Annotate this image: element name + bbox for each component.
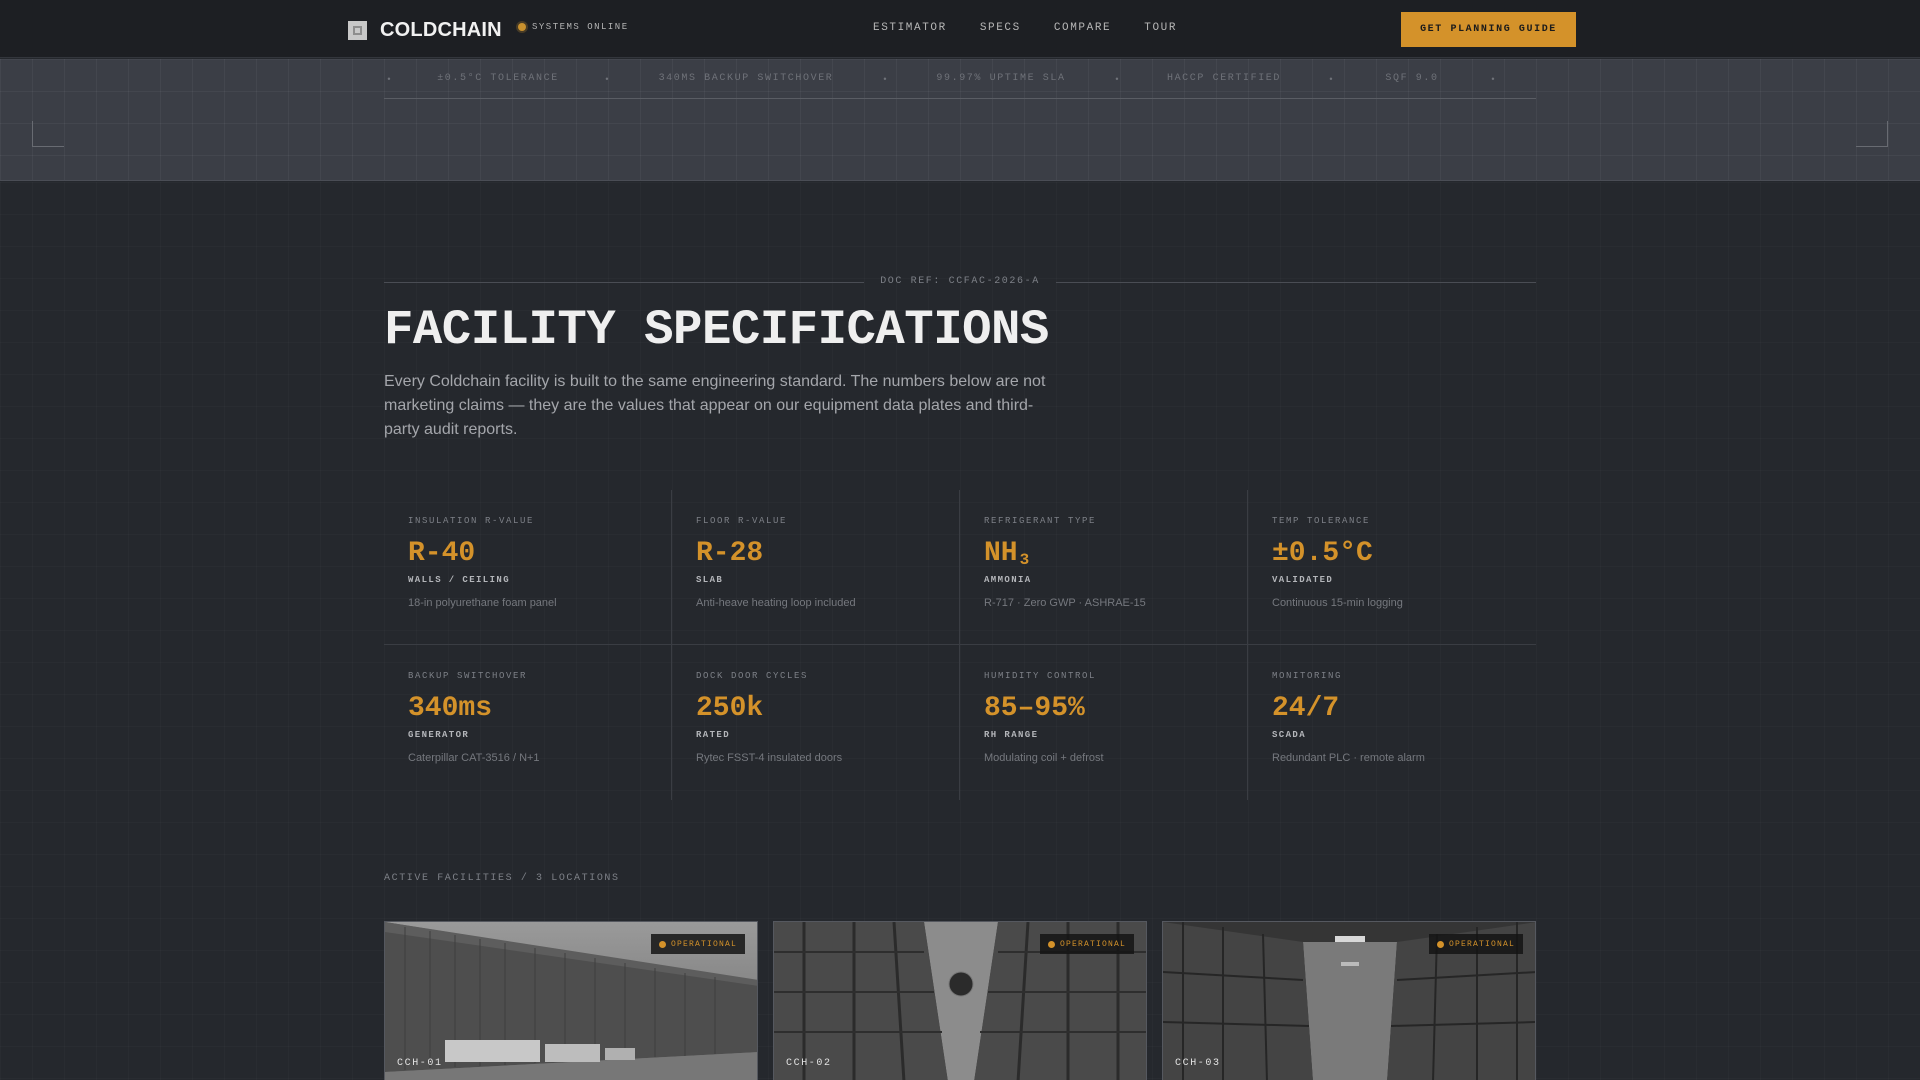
spec-grid: INSULATION R-VALUE R-40 WALLS / CEILING … bbox=[384, 490, 1536, 800]
facility-cards: OPERATIONAL CCH-01 OPERATIONAL CCH-02 OP… bbox=[384, 921, 1536, 1080]
spec-label: FLOOR R-VALUE bbox=[696, 516, 788, 526]
spec-value: 340ms bbox=[408, 693, 493, 724]
facility-card-cch-01[interactable]: OPERATIONAL CCH-01 bbox=[384, 921, 758, 1080]
status-badge-label: OPERATIONAL bbox=[1059, 939, 1126, 949]
nav-link-specs[interactable]: SPECS bbox=[980, 22, 1021, 34]
status-text: SYSTEMS ONLINE bbox=[532, 22, 629, 32]
hero-band: • ±0.5°C TOLERANCE • 340MS BACKUP SWITCH… bbox=[0, 59, 1920, 181]
brand-name: COLDCHAIN bbox=[380, 18, 502, 41]
status-badge: OPERATIONAL bbox=[1428, 934, 1523, 954]
spec-note: Modulating coil + defrost bbox=[984, 752, 1104, 764]
nav-link-compare[interactable]: COMPARE bbox=[1054, 22, 1111, 34]
page-title: FACILITY SPECIFICATIONS bbox=[384, 302, 1049, 358]
spec-label: MONITORING bbox=[1272, 671, 1343, 681]
spec-card-floor: FLOOR R-VALUE R-28 SLAB Anti-heave heati… bbox=[672, 490, 960, 645]
spec-value: 24/7 bbox=[1272, 693, 1340, 724]
nav-links: ESTIMATOR SPECS COMPARE TOUR bbox=[873, 22, 1210, 34]
ticker-separator: • bbox=[1329, 73, 1333, 84]
nav-link-tour[interactable]: TOUR bbox=[1144, 22, 1177, 34]
spec-card-temp: TEMP TOLERANCE ±0.5°C VALIDATED Continuo… bbox=[1248, 490, 1536, 645]
spec-unit: SLAB bbox=[696, 575, 724, 585]
facility-id: CCH-03 bbox=[1175, 1058, 1221, 1069]
spec-note: Redundant PLC · remote alarm bbox=[1272, 752, 1425, 764]
spec-note: R-717 · Zero GWP · ASHRAE-15 bbox=[984, 597, 1146, 609]
brand[interactable]: COLDCHAIN bbox=[348, 19, 502, 41]
facility-card-cch-02[interactable]: OPERATIONAL CCH-02 bbox=[773, 921, 1147, 1080]
spec-unit: RATED bbox=[696, 730, 731, 740]
spec-value: 85–95% bbox=[984, 693, 1085, 724]
get-planning-guide-button[interactable]: GET PLANNING GUIDE bbox=[1401, 12, 1576, 47]
spec-value: 250k bbox=[696, 693, 764, 724]
system-status: SYSTEMS ONLINE bbox=[518, 22, 629, 32]
spec-unit: WALLS / CEILING bbox=[408, 575, 511, 585]
spec-label: REFRIGERANT TYPE bbox=[984, 516, 1097, 526]
ticker-separator: • bbox=[883, 73, 887, 84]
corner-bracket-left bbox=[32, 121, 64, 147]
spec-value-subscript: 3 bbox=[1019, 551, 1030, 569]
spec-value: ±0.5°C bbox=[1272, 538, 1373, 569]
spec-unit: GENERATOR bbox=[408, 730, 470, 740]
spec-card-insulation: INSULATION R-VALUE R-40 WALLS / CEILING … bbox=[384, 490, 672, 645]
spec-note: Caterpillar CAT-3516 / N+1 bbox=[408, 752, 540, 764]
status-badge: OPERATIONAL bbox=[1039, 934, 1134, 954]
status-badge-label: OPERATIONAL bbox=[670, 939, 737, 949]
spec-note: Continuous 15-min logging bbox=[1272, 597, 1403, 609]
ticker-item: 340MS BACKUP SWITCHOVER bbox=[658, 73, 834, 84]
spec-card-humidity: HUMIDITY CONTROL 85–95% RH RANGE Modulat… bbox=[960, 645, 1248, 800]
facility-id: CCH-02 bbox=[786, 1058, 832, 1069]
brand-logo-icon bbox=[348, 20, 367, 40]
spec-label: BACKUP SWITCHOVER bbox=[408, 671, 528, 681]
status-badge-label: OPERATIONAL bbox=[1448, 939, 1515, 949]
spec-value-main: NH bbox=[984, 538, 1018, 569]
spec-label: TEMP TOLERANCE bbox=[1272, 516, 1371, 526]
ticker-item: ±0.5°C TOLERANCE bbox=[437, 73, 559, 84]
status-dot-icon bbox=[658, 940, 666, 948]
status-dot-icon bbox=[1436, 940, 1444, 948]
spec-ticker: • ±0.5°C TOLERANCE • 340MS BACKUP SWITCH… bbox=[384, 59, 1536, 99]
spec-label: HUMIDITY CONTROL bbox=[984, 671, 1097, 681]
intro-paragraph: Every Coldchain facility is built to the… bbox=[384, 373, 1046, 438]
facility-card-cch-03[interactable]: OPERATIONAL CCH-03 bbox=[1162, 921, 1536, 1080]
spec-note: Rytec FSST-4 insulated doors bbox=[696, 752, 843, 764]
spec-value: R-28 bbox=[696, 538, 764, 569]
nav-link-estimator[interactable]: ESTIMATOR bbox=[873, 22, 947, 34]
spec-note: 18-in polyurethane foam panel bbox=[408, 597, 557, 609]
facility-id: CCH-01 bbox=[397, 1058, 443, 1069]
spec-value: R-40 bbox=[408, 538, 476, 569]
spec-card-monitoring: MONITORING 24/7 SCADA Redundant PLC · re… bbox=[1248, 645, 1536, 800]
top-nav: COLDCHAIN SYSTEMS ONLINE ESTIMATOR SPECS… bbox=[0, 0, 1920, 58]
ticker-separator: • bbox=[1115, 73, 1119, 84]
spec-card-refrigerant: REFRIGERANT TYPE NH 3 AMMONIA R-717 · Zer… bbox=[960, 490, 1248, 645]
ticker-separator: • bbox=[387, 73, 391, 84]
ticker-separator: • bbox=[605, 73, 609, 84]
spec-label: DOCK DOOR CYCLES bbox=[696, 671, 809, 681]
spec-unit: VALIDATED bbox=[1272, 575, 1334, 585]
spec-unit: RH RANGE bbox=[984, 730, 1039, 740]
spec-unit: SCADA bbox=[1272, 730, 1307, 740]
spec-card-dock-door: DOCK DOOR CYCLES 250k RATED Rytec FSST-4… bbox=[672, 645, 960, 800]
spec-note: Anti-heave heating loop included bbox=[696, 597, 856, 609]
spec-unit: AMMONIA bbox=[984, 575, 1032, 585]
spec-card-backup: BACKUP SWITCHOVER 340ms GENERATOR Caterp… bbox=[384, 645, 672, 800]
ticker-separator: • bbox=[1491, 73, 1495, 84]
status-dot-icon bbox=[1047, 940, 1055, 948]
status-badge: OPERATIONAL bbox=[650, 934, 745, 954]
spec-label: INSULATION R-VALUE bbox=[408, 516, 535, 526]
facilities-label: ACTIVE FACILITIES / 3 LOCATIONS bbox=[384, 873, 620, 884]
doc-ref: DOC REF: CCFAC-2026-A bbox=[880, 276, 1040, 287]
corner-bracket-right bbox=[1856, 121, 1888, 147]
specs-section: DOC REF: CCFAC-2026-A FACILITY SPECIFICA… bbox=[0, 182, 1920, 1080]
ticker-item: SQF 9.0 bbox=[1385, 73, 1439, 84]
ticker-item: 99.97% UPTIME SLA bbox=[936, 73, 1066, 84]
spec-value: NH 3 bbox=[984, 538, 1247, 570]
ticker-item: HACCP CERTIFIED bbox=[1166, 73, 1281, 84]
status-dot-icon bbox=[518, 23, 526, 31]
